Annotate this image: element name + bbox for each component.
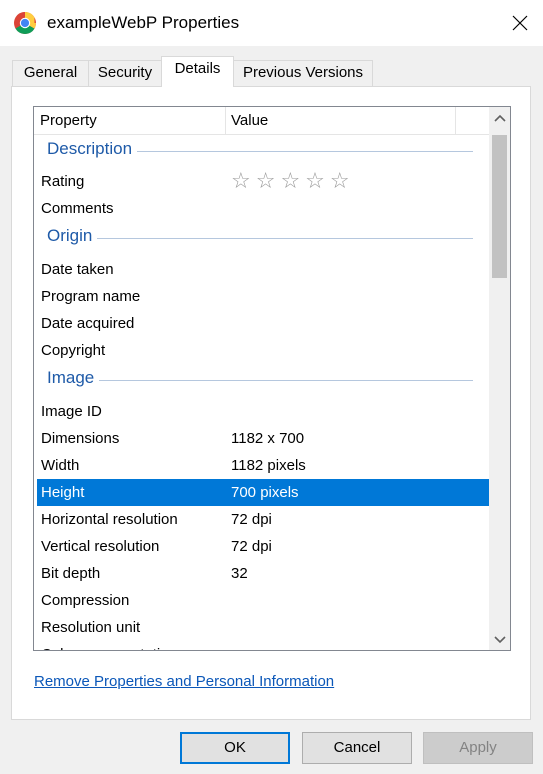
cancel-button[interactable]: Cancel — [302, 732, 412, 764]
details-panel: Property Value Description Rating ☆☆☆☆☆ … — [11, 86, 531, 720]
tab-details[interactable]: Details — [161, 56, 234, 87]
properties-dialog: exampleWebP Properties General Security … — [0, 0, 543, 774]
scroll-down-button[interactable] — [489, 629, 510, 650]
group-label: Origin — [47, 226, 98, 246]
property-value: 32 — [231, 565, 248, 582]
row-image-id[interactable]: Image ID — [34, 398, 490, 425]
property-name: Vertical resolution — [41, 538, 160, 555]
column-header-property[interactable]: Property — [34, 107, 224, 135]
column-header-value[interactable]: Value — [225, 107, 455, 135]
group-header-description: Description — [34, 135, 490, 168]
properties-list[interactable]: Property Value Description Rating ☆☆☆☆☆ … — [33, 106, 511, 651]
property-name: Bit depth — [41, 565, 101, 582]
row-height[interactable]: Height 700 pixels — [37, 479, 490, 506]
tab-general[interactable]: General — [12, 60, 89, 86]
column-separator[interactable] — [455, 107, 456, 135]
tab-previous-versions[interactable]: Previous Versions — [233, 60, 373, 86]
property-name: Date acquired — [41, 315, 135, 332]
group-divider — [47, 380, 473, 381]
scroll-thumb[interactable] — [492, 135, 507, 278]
row-horizontal-resolution[interactable]: Horizontal resolution 72 dpi — [34, 506, 490, 533]
property-value: 1182 x 700 — [231, 430, 305, 447]
chevron-up-icon — [493, 114, 506, 122]
property-name: Dimensions — [41, 430, 120, 447]
property-name: Rating — [41, 173, 85, 190]
property-name: Height — [41, 484, 85, 501]
row-compression[interactable]: Compression — [34, 587, 490, 614]
group-label: Description — [47, 139, 138, 159]
title-bar: exampleWebP Properties — [0, 0, 543, 46]
apply-button[interactable]: Apply — [423, 732, 533, 764]
close-button[interactable] — [497, 0, 543, 46]
group-header-origin: Origin — [34, 222, 490, 256]
property-value: 72 dpi — [231, 538, 272, 555]
property-value: 700 pixels — [231, 484, 299, 501]
chevron-down-icon — [493, 635, 506, 643]
property-name: Compression — [41, 592, 130, 609]
property-name: Color representation — [41, 641, 177, 650]
row-vertical-resolution[interactable]: Vertical resolution 72 dpi — [34, 533, 490, 560]
list-header: Property Value — [34, 107, 490, 135]
tab-strip: General Security Details Previous Versio… — [12, 56, 532, 87]
row-color-representation[interactable]: Color representation — [34, 641, 490, 650]
tab-security[interactable]: Security — [88, 60, 162, 86]
property-name: Horizontal resolution — [41, 511, 178, 528]
property-name: Copyright — [41, 342, 106, 359]
property-name: Image ID — [41, 403, 102, 420]
remove-properties-link[interactable]: Remove Properties and Personal Informati… — [34, 673, 334, 690]
row-program-name[interactable]: Program name — [34, 283, 490, 310]
group-header-image: Image — [34, 364, 490, 398]
close-icon — [512, 15, 528, 31]
row-copyright[interactable]: Copyright — [34, 337, 490, 364]
property-name: Resolution unit — [41, 619, 141, 636]
vertical-scrollbar[interactable] — [489, 107, 510, 650]
row-resolution-unit[interactable]: Resolution unit — [34, 614, 490, 641]
window-title: exampleWebP Properties — [47, 13, 240, 32]
row-comments[interactable]: Comments — [34, 195, 490, 222]
row-bit-depth[interactable]: Bit depth 32 — [34, 560, 490, 587]
property-name: Comments — [41, 200, 114, 217]
row-width[interactable]: Width 1182 pixels — [34, 452, 490, 479]
list-rows: Description Rating ☆☆☆☆☆ Comments Origin… — [34, 135, 490, 650]
property-name: Program name — [41, 288, 141, 305]
row-date-taken[interactable]: Date taken — [34, 256, 490, 283]
property-value: 72 dpi — [231, 511, 272, 528]
chrome-icon — [13, 11, 37, 35]
row-rating[interactable]: Rating ☆☆☆☆☆ — [34, 168, 490, 195]
group-divider — [47, 238, 473, 239]
rating-stars-icon[interactable]: ☆☆☆☆☆ — [231, 168, 355, 195]
scroll-up-button[interactable] — [489, 107, 510, 128]
row-date-acquired[interactable]: Date acquired — [34, 310, 490, 337]
property-value: 1182 pixels — [231, 457, 306, 474]
property-name: Date taken — [41, 261, 114, 278]
ok-button[interactable]: OK — [180, 732, 290, 764]
property-name: Width — [41, 457, 80, 474]
group-label: Image — [47, 368, 100, 388]
row-dimensions[interactable]: Dimensions 1182 x 700 — [34, 425, 490, 452]
